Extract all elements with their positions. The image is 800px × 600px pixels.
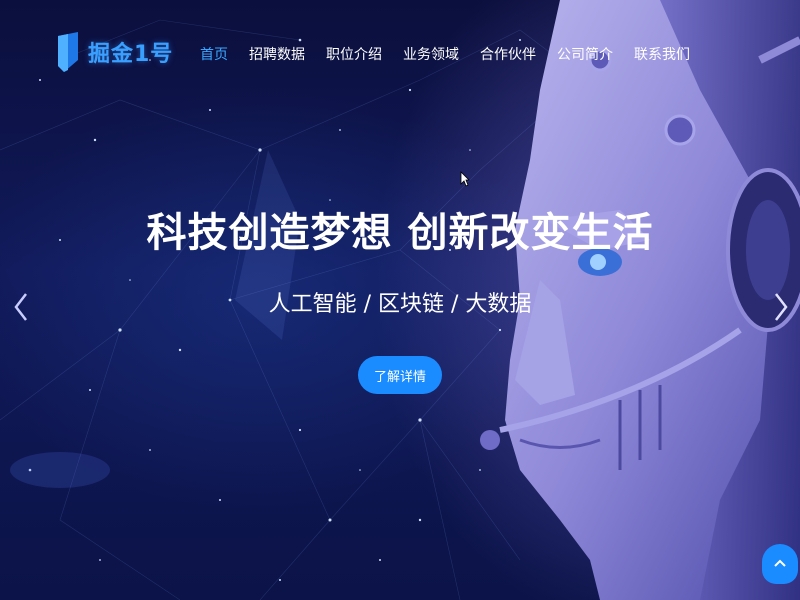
nav-item-recruitment-data[interactable]: 招聘数据 [249, 44, 305, 64]
nav-item-partners[interactable]: 合作伙伴 [480, 44, 536, 64]
logo-text: 掘金1号 [88, 42, 174, 67]
main-nav: 首页 招聘数据 职位介绍 业务领域 合作伙伴 公司简介 联系我们 [200, 44, 711, 64]
arrow-up-icon [774, 559, 786, 567]
shield-logo-icon [58, 32, 78, 72]
nav-item-job-intro[interactable]: 职位介绍 [326, 44, 382, 64]
hero-headline: 科技创造梦想 创新改变生活 [146, 210, 654, 256]
nav-item-company-profile[interactable]: 公司简介 [557, 44, 613, 64]
chevron-left-icon[interactable] [12, 290, 32, 324]
back-to-top-button[interactable] [762, 544, 798, 584]
site-logo[interactable]: 掘金1号 [54, 30, 173, 74]
mouse-cursor-icon [460, 171, 470, 187]
hero-banner: 掘金1号 首页 招聘数据 职位介绍 业务领域 合作伙伴 公司简介 联系我们 科技… [0, 0, 800, 600]
nav-item-business-areas[interactable]: 业务领域 [403, 44, 459, 64]
chevron-right-icon[interactable] [770, 290, 790, 324]
site-header: 掘金1号 首页 招聘数据 职位介绍 业务领域 合作伙伴 公司简介 联系我们 [0, 0, 800, 100]
nav-item-home[interactable]: 首页 [200, 44, 228, 64]
nav-item-contact-us[interactable]: 联系我们 [634, 44, 690, 64]
hero-subline: 人工智能 / 区块链 / 大数据 [268, 292, 532, 317]
learn-more-button[interactable]: 了解详情 [358, 356, 442, 394]
